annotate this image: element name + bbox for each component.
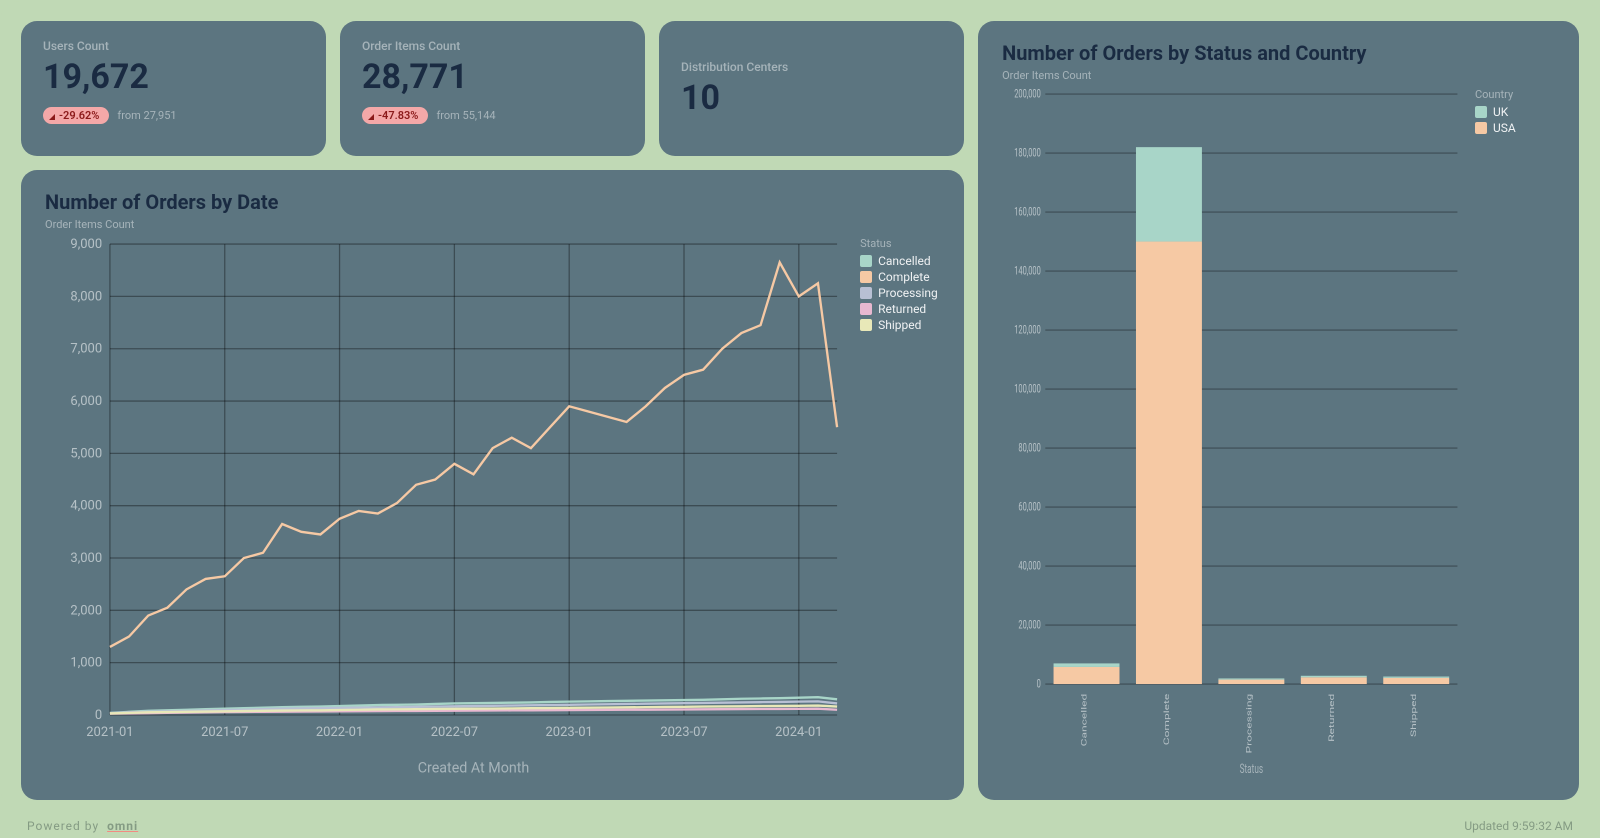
svg-text:2022-07: 2022-07 — [431, 725, 478, 740]
legend-item[interactable]: USA — [1475, 121, 1555, 135]
panel-orders-by-status-title: Number of Orders by Status and Country — [1002, 41, 1555, 65]
svg-text:4,000: 4,000 — [70, 499, 102, 514]
bar-legend-title: Country — [1475, 88, 1555, 101]
kpi-distribution-centers: Distribution Centers 10 — [659, 21, 964, 156]
arrow-down-left-icon — [368, 109, 374, 122]
kpi-order-items-delta: -47.83% — [378, 109, 418, 122]
updated-timestamp: Updated 9:59:32 AM — [1464, 819, 1573, 833]
svg-text:140,000: 140,000 — [1014, 265, 1041, 278]
svg-text:20,000: 20,000 — [1018, 619, 1041, 632]
line-chart[interactable]: 0 1,000 2,000 3,000 4,000 5,000 6,000 7,000 8,00… — [45, 231, 850, 780]
svg-text:2,000: 2,000 — [70, 603, 102, 618]
bar-chart[interactable]: 0 20,000 40,000 60,000 80,000 100,000 120,000 1… — [1002, 82, 1465, 780]
legend-item[interactable]: UK — [1475, 105, 1555, 119]
svg-text:7,000: 7,000 — [70, 342, 102, 357]
panel-orders-by-status-country: Number of Orders by Status and Country O… — [978, 21, 1579, 800]
kpi-order-items: Order Items Count 28,771 -47.83% from 55… — [340, 21, 645, 156]
kpi-users-delta-badge: -29.62% — [43, 107, 109, 124]
svg-text:3,000: 3,000 — [70, 551, 102, 566]
panel-orders-by-date-title: Number of Orders by Date — [45, 190, 940, 214]
svg-text:6,000: 6,000 — [70, 394, 102, 409]
legend-item[interactable]: Returned — [860, 302, 940, 316]
svg-text:180,000: 180,000 — [1014, 147, 1041, 160]
kpi-order-items-from: from 55,144 — [436, 109, 495, 122]
svg-text:5,000: 5,000 — [70, 446, 102, 461]
arrow-down-left-icon — [49, 109, 55, 122]
kpi-users-delta: -29.62% — [59, 109, 99, 122]
svg-text:80,000: 80,000 — [1018, 442, 1041, 455]
svg-text:Cancelled: Cancelled — [1081, 694, 1089, 747]
powered-by: Powered by omni — [27, 819, 138, 833]
legend-item[interactable]: Complete — [860, 270, 940, 284]
svg-text:Shipped: Shipped — [1410, 694, 1418, 737]
svg-text:2021-01: 2021-01 — [86, 725, 133, 740]
legend-item[interactable]: Processing — [860, 286, 940, 300]
svg-text:1,000: 1,000 — [70, 656, 102, 671]
legend-item[interactable]: Cancelled — [860, 254, 940, 268]
svg-text:200,000: 200,000 — [1014, 88, 1041, 101]
svg-text:0: 0 — [1037, 678, 1041, 691]
brand-logo: omni — [107, 819, 138, 833]
kpi-dc-value: 10 — [681, 78, 942, 118]
svg-text:2023-07: 2023-07 — [660, 725, 707, 740]
svg-text:2022-01: 2022-01 — [316, 725, 363, 740]
svg-text:0: 0 — [95, 708, 102, 723]
svg-text:2024-01: 2024-01 — [775, 725, 822, 740]
kpi-dc-label: Distribution Centers — [681, 60, 942, 74]
kpi-users-from: from 27,951 — [117, 109, 176, 122]
kpi-users-value: 19,672 — [43, 57, 304, 97]
svg-text:8,000: 8,000 — [70, 289, 102, 304]
svg-text:Status: Status — [1240, 761, 1264, 777]
line-axis-y-label: Order Items Count — [45, 218, 940, 231]
svg-text:120,000: 120,000 — [1014, 324, 1041, 337]
svg-text:9,000: 9,000 — [70, 237, 102, 252]
kpi-users: Users Count 19,672 -29.62% from 27,951 — [21, 21, 326, 156]
line-legend-title: Status — [860, 237, 940, 250]
kpi-order-items-label: Order Items Count — [362, 39, 623, 53]
footer: Powered by omni Updated 9:59:32 AM — [21, 814, 1579, 838]
line-legend: Status Cancelled Complete Processing Return… — [850, 231, 940, 780]
legend-item[interactable]: Shipped — [860, 318, 940, 332]
bar-legend: Country UK USA — [1465, 82, 1555, 780]
kpi-users-label: Users Count — [43, 39, 304, 53]
svg-text:2023-01: 2023-01 — [546, 725, 593, 740]
svg-text:100,000: 100,000 — [1014, 383, 1041, 396]
svg-text:Returned: Returned — [1328, 694, 1336, 742]
bar-axis-y-label: Order Items Count — [1002, 69, 1555, 82]
svg-text:60,000: 60,000 — [1018, 501, 1041, 514]
svg-text:Complete: Complete — [1163, 694, 1171, 746]
svg-text:2021-07: 2021-07 — [201, 725, 248, 740]
kpi-order-items-delta-badge: -47.83% — [362, 107, 428, 124]
svg-text:Created At Month: Created At Month — [418, 760, 530, 776]
svg-text:Processing: Processing — [1245, 694, 1253, 754]
panel-orders-by-date: Number of Orders by Date Order Items Cou… — [21, 170, 964, 800]
svg-text:160,000: 160,000 — [1014, 206, 1041, 219]
svg-text:40,000: 40,000 — [1018, 560, 1041, 573]
kpi-order-items-value: 28,771 — [362, 57, 623, 97]
